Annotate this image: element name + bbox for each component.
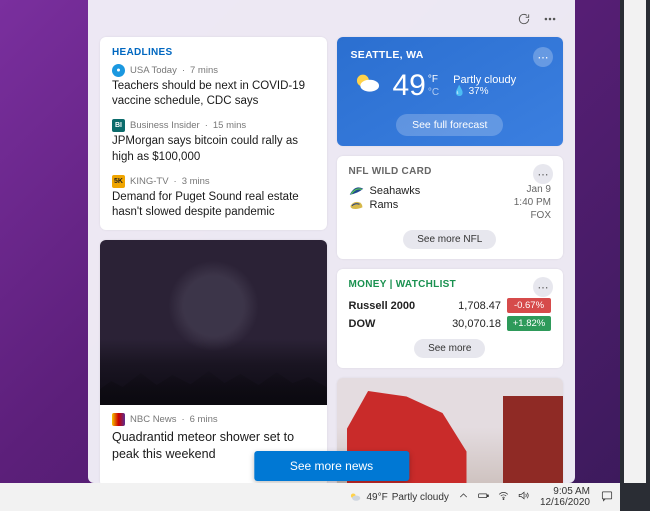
ticker-change: -0.67% — [507, 298, 551, 313]
headline-source: NBC News — [130, 414, 176, 425]
weather-location: SEATTLE, WA — [351, 49, 550, 61]
more-icon[interactable] — [543, 12, 557, 31]
volume-icon[interactable] — [517, 489, 530, 505]
ticker-row[interactable]: DOW 30,070.18 +1.82% — [349, 316, 552, 331]
headline-time: 3 mins — [182, 176, 210, 187]
source-logo-icon: 5K — [112, 175, 125, 188]
weather-precip: 💧37% — [453, 86, 516, 97]
team-name: Rams — [370, 199, 399, 211]
ticker-name: DOW — [349, 318, 444, 330]
ticker-value: 30,070.18 — [443, 318, 501, 330]
team-row: Seahawks — [349, 185, 421, 197]
wifi-icon[interactable] — [497, 489, 510, 505]
card-more-icon[interactable]: ⋯ — [533, 164, 553, 184]
droplet-icon: 💧 — [453, 86, 465, 97]
notification-icon[interactable] — [600, 489, 614, 506]
battery-icon[interactable] — [477, 489, 490, 505]
headline-time: 6 mins — [190, 414, 218, 425]
photo-headline-image — [100, 240, 327, 405]
source-logo-icon — [112, 413, 125, 426]
headline-source: Business Insider — [130, 120, 200, 131]
game-time: Jan 9 1:40 PM FOX — [514, 183, 551, 222]
source-logo-icon: BI — [112, 119, 125, 132]
headline-item[interactable]: ● USA Today · 7 mins Teachers should be … — [112, 64, 315, 109]
team-logo-icon — [349, 199, 364, 211]
headline-title: Demand for Puget Sound real estate hasn'… — [112, 190, 315, 220]
headline-title: JPMorgan says bitcoin could rally as hig… — [112, 134, 315, 164]
team-logo-icon — [349, 185, 364, 197]
headline-source: USA Today — [130, 65, 177, 76]
team-name: Seahawks — [370, 185, 421, 197]
see-full-forecast-button[interactable]: See full forecast — [396, 114, 503, 136]
taskbar-weather[interactable]: 49°F Partly cloudy — [348, 490, 448, 504]
ticker-value: 1,708.47 — [443, 300, 501, 312]
see-more-news-button[interactable]: See more news — [254, 451, 409, 481]
weather-condition: Partly cloudy — [453, 74, 516, 86]
see-more-nfl-button[interactable]: See more NFL — [403, 230, 496, 249]
headlines-label: HEADLINES — [112, 47, 315, 58]
monitor-bezel — [620, 0, 650, 511]
see-more-money-button[interactable]: See more — [414, 339, 485, 358]
nfl-card[interactable]: ⋯ NFL WILD CARD Seahawks Rams — [337, 156, 564, 259]
source-logo-icon: ● — [112, 64, 125, 77]
headlines-card: HEADLINES ● USA Today · 7 mins Teachers … — [100, 37, 327, 230]
refresh-icon[interactable] — [517, 12, 531, 31]
taskbar: 49°F Partly cloudy 9:05 AM 12/16/2020 — [0, 483, 620, 511]
ticker-name: Russell 2000 — [349, 300, 444, 312]
card-more-icon[interactable]: ⋯ — [533, 277, 553, 297]
photo-headline-card[interactable]: NBC News · 6 mins Quadrantid meteor show… — [100, 240, 327, 483]
headline-time: 15 mins — [213, 120, 246, 131]
money-card[interactable]: ⋯ MONEY | WATCHLIST Russell 2000 1,708.4… — [337, 269, 564, 368]
ticker-change: +1.82% — [507, 316, 551, 331]
headline-item[interactable]: BI Business Insider · 15 mins JPMorgan s… — [112, 119, 315, 164]
money-label: MONEY | WATCHLIST — [349, 279, 552, 290]
headline-title: Teachers should be next in COVID-19 vacc… — [112, 79, 315, 109]
taskbar-temp: 49°F — [366, 492, 387, 503]
taskbar-condition: Partly cloudy — [392, 492, 449, 503]
weather-card[interactable]: ⋯ SEATTLE, WA 49 °F°C Partly cloudy 💧37% — [337, 37, 564, 146]
weather-icon — [348, 490, 362, 504]
headline-item[interactable]: 5K KING-TV · 3 mins Demand for Puget Sou… — [112, 175, 315, 220]
news-interests-panel: HEADLINES ● USA Today · 7 mins Teachers … — [88, 0, 575, 483]
chevron-up-icon[interactable] — [457, 489, 470, 505]
headline-time: 7 mins — [190, 65, 218, 76]
ticker-row[interactable]: Russell 2000 1,708.47 -0.67% — [349, 298, 552, 313]
team-row: Rams — [349, 199, 421, 211]
nfl-label: NFL WILD CARD — [349, 166, 552, 177]
weather-icon — [351, 67, 385, 104]
headline-source: KING-TV — [130, 176, 169, 187]
taskbar-clock[interactable]: 9:05 AM 12/16/2020 — [538, 486, 592, 509]
weather-temp: 49 °F°C — [393, 69, 440, 103]
card-more-icon[interactable]: ⋯ — [533, 47, 553, 67]
